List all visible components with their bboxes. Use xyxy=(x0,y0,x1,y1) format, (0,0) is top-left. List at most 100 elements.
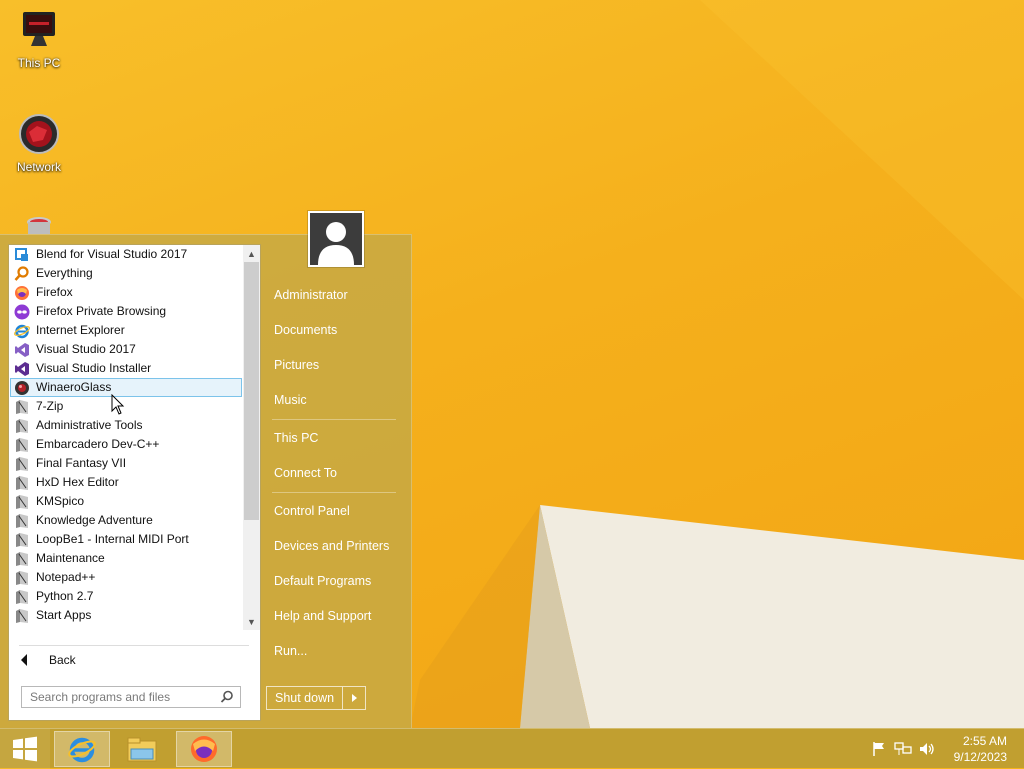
right-item-connect-to[interactable]: Connect To xyxy=(266,460,398,486)
back-button[interactable]: Back xyxy=(13,649,253,671)
program-folder[interactable]: KMSpico xyxy=(10,492,242,511)
program-folder[interactable]: Python 2.7 xyxy=(10,587,242,606)
taskbar-app-firefox[interactable] xyxy=(176,731,232,767)
program-label: LoopBe1 - Internal MIDI Port xyxy=(36,532,189,546)
right-item-default-programs[interactable]: Default Programs xyxy=(266,568,398,594)
program-folder[interactable]: Notepad++ xyxy=(10,568,242,587)
right-item-help-support[interactable]: Help and Support xyxy=(266,603,398,629)
folder-icon xyxy=(14,551,30,567)
right-item-administrator[interactable]: Administrator xyxy=(266,282,398,308)
chevron-right-icon xyxy=(351,694,357,702)
program-folder[interactable]: HxD Hex Editor xyxy=(10,473,242,492)
program-item[interactable]: Visual Studio Installer xyxy=(10,359,242,378)
ie-icon xyxy=(68,737,96,763)
taskbar-clock[interactable]: 2:55 AM 9/12/2023 xyxy=(954,733,1007,765)
blend-icon xyxy=(14,247,30,263)
taskbar-app-file-explorer[interactable] xyxy=(114,731,170,767)
program-label: Blend for Visual Studio 2017 xyxy=(36,247,188,261)
search-icon[interactable] xyxy=(220,690,234,709)
network-icon[interactable] xyxy=(892,738,914,760)
folder-icon xyxy=(14,418,30,434)
desktop-icon-network[interactable]: Network xyxy=(1,112,77,174)
program-label: WinaeroGlass xyxy=(36,380,112,394)
program-folder[interactable]: Administrative Tools xyxy=(10,416,242,435)
program-label: Everything xyxy=(36,266,93,280)
program-item[interactable]: Firefox xyxy=(10,283,242,302)
scrollbar-thumb[interactable] xyxy=(244,262,259,520)
program-label: Maintenance xyxy=(36,551,105,565)
scroll-down-icon[interactable]: ▼ xyxy=(243,613,260,630)
right-item-run[interactable]: Run... xyxy=(266,638,398,664)
program-folder[interactable]: Knowledge Adventure xyxy=(10,511,242,530)
windows-logo-icon xyxy=(13,736,37,762)
program-folder[interactable]: Start Apps xyxy=(10,606,242,625)
recycle-bin-icon xyxy=(27,217,51,234)
folder-icon xyxy=(14,589,30,605)
taskbar: 2:55 AM 9/12/2023 xyxy=(0,728,1024,769)
flag-icon[interactable] xyxy=(868,738,890,760)
start-menu: Blend for Visual Studio 2017 Everything … xyxy=(0,211,412,729)
speaker-icon[interactable] xyxy=(916,738,938,760)
program-label: Firefox xyxy=(36,285,73,299)
clock-time: 2:55 AM xyxy=(962,734,1007,748)
program-folder[interactable]: 7-Zip xyxy=(10,397,242,416)
program-item[interactable]: Everything xyxy=(10,264,242,283)
folder-icon xyxy=(14,494,30,510)
monitor-icon xyxy=(17,8,61,52)
program-folder[interactable]: Final Fantasy VII xyxy=(10,454,242,473)
program-label: HxD Hex Editor xyxy=(36,475,119,489)
folder-icon xyxy=(14,437,30,453)
program-label: Firefox Private Browsing xyxy=(36,304,167,318)
program-label: Start Apps xyxy=(36,608,92,622)
network-globe-icon xyxy=(17,112,61,156)
firefox-icon xyxy=(14,285,30,301)
divider xyxy=(272,492,396,493)
program-item[interactable]: Blend for Visual Studio 2017 xyxy=(10,245,242,264)
vs-icon xyxy=(14,342,30,358)
program-item[interactable]: Firefox Private Browsing xyxy=(10,302,242,321)
right-item-documents[interactable]: Documents xyxy=(266,317,398,343)
divider xyxy=(19,645,249,646)
search-input[interactable] xyxy=(22,687,220,707)
program-label: Final Fantasy VII xyxy=(36,456,127,470)
right-item-control-panel[interactable]: Control Panel xyxy=(266,498,398,524)
system-tray: 2:55 AM 9/12/2023 xyxy=(868,729,1024,769)
program-label: Notepad++ xyxy=(36,570,96,584)
mouse-cursor-icon xyxy=(111,394,125,415)
magnifier-icon xyxy=(14,265,30,282)
program-item-selected[interactable]: WinaeroGlass xyxy=(10,378,242,397)
shutdown-options-button[interactable] xyxy=(343,687,365,709)
divider xyxy=(272,419,396,420)
programs-scrollbar[interactable]: ▲ ▼ xyxy=(243,245,260,630)
user-avatar[interactable] xyxy=(308,211,364,267)
start-button[interactable] xyxy=(0,729,50,769)
program-label: Knowledge Adventure xyxy=(36,513,153,527)
program-label: 7-Zip xyxy=(36,399,64,413)
folder-icon xyxy=(14,532,30,548)
program-item[interactable]: Visual Studio 2017 xyxy=(10,340,242,359)
desktop-icon-this-pc[interactable]: This PC xyxy=(1,8,77,70)
shutdown-control: Shut down xyxy=(266,686,367,710)
program-label: KMSpico xyxy=(36,494,85,508)
program-folder[interactable]: Maintenance xyxy=(10,549,242,568)
scroll-up-icon[interactable]: ▲ xyxy=(243,245,260,262)
folder-icon xyxy=(14,456,30,472)
program-label: Visual Studio 2017 xyxy=(36,342,136,356)
desktop-icon-recycle-bin[interactable] xyxy=(24,216,54,234)
program-folder[interactable]: Embarcadero Dev-C++ xyxy=(10,435,242,454)
ie-icon xyxy=(14,323,30,339)
file-explorer-icon xyxy=(127,737,157,762)
clock-date: 9/12/2023 xyxy=(953,750,1007,764)
program-folder[interactable]: LoopBe1 - Internal MIDI Port xyxy=(10,530,242,549)
shutdown-button[interactable]: Shut down xyxy=(267,687,344,709)
taskbar-app-internet-explorer[interactable] xyxy=(54,731,110,767)
right-item-music[interactable]: Music xyxy=(266,387,398,413)
programs-list: Blend for Visual Studio 2017 Everything … xyxy=(9,245,243,630)
desktop-icon-label: Network xyxy=(16,160,61,174)
right-item-pictures[interactable]: Pictures xyxy=(266,352,398,378)
vs-installer-icon xyxy=(14,361,30,377)
right-item-this-pc[interactable]: This PC xyxy=(266,425,398,451)
program-item[interactable]: Internet Explorer xyxy=(10,321,242,340)
right-item-devices-printers[interactable]: Devices and Printers xyxy=(266,533,398,559)
search-box[interactable] xyxy=(21,686,241,708)
